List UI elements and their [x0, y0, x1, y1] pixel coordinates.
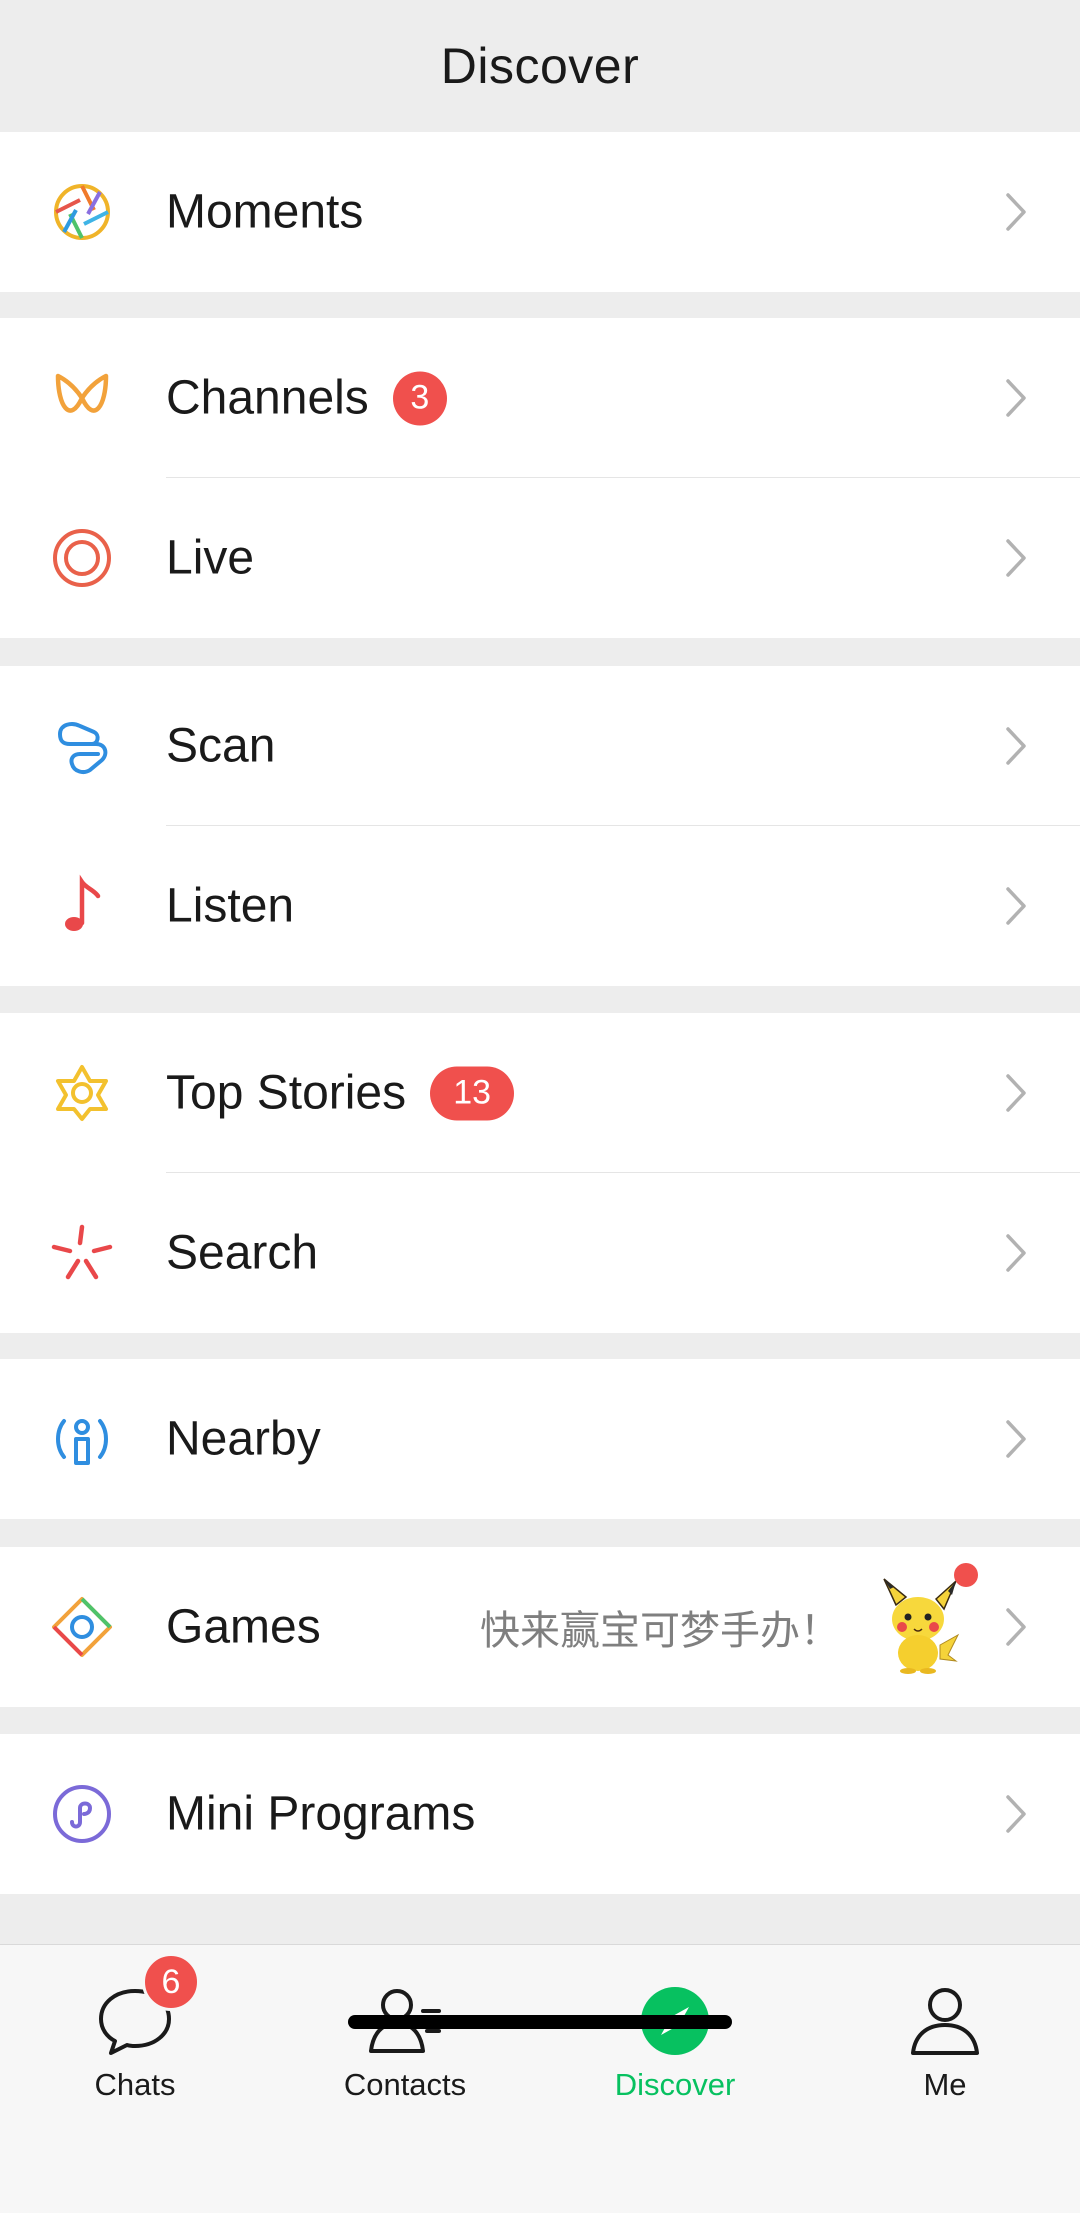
section-nearby: Nearby	[0, 1359, 1080, 1519]
music-note-icon	[50, 874, 114, 938]
home-indicator[interactable]	[348, 2015, 732, 2029]
channels-label: Channels	[166, 371, 369, 425]
list-item-mini-programs[interactable]: Mini Programs	[0, 1734, 1080, 1894]
listen-label: Listen	[166, 879, 295, 933]
games-notification-dot	[954, 1563, 978, 1587]
live-label: Live	[166, 531, 255, 585]
chevron-right-icon	[1004, 885, 1028, 927]
games-label: Games	[166, 1600, 321, 1654]
mini-programs-label: Mini Programs	[166, 1787, 476, 1841]
list-item-channels[interactable]: Channels 3	[0, 318, 1080, 478]
mini-programs-icon	[50, 1782, 114, 1846]
chevron-right-icon	[1004, 537, 1028, 579]
search-label: Search	[166, 1226, 319, 1280]
list-item-scan[interactable]: Scan	[0, 666, 1080, 826]
chevron-right-icon	[1004, 725, 1028, 767]
top-stories-label-group: Top Stories 13	[166, 1066, 515, 1121]
list-item-moments[interactable]: Moments	[0, 132, 1080, 292]
section-moments: Moments	[0, 132, 1080, 292]
person-icon	[905, 1981, 985, 2061]
moments-label: Moments	[166, 185, 364, 239]
games-diamond-icon	[50, 1595, 114, 1659]
tab-me[interactable]: Me	[810, 1945, 1080, 2105]
tab-label: Chats	[94, 2067, 176, 2102]
top-stories-badge: 13	[430, 1066, 515, 1120]
search-sparkle-icon	[50, 1221, 114, 1285]
channels-badge: 3	[392, 371, 447, 425]
scan-label: Scan	[166, 719, 276, 773]
chevron-right-icon	[1004, 1606, 1028, 1648]
section-mini-programs: Mini Programs	[0, 1734, 1080, 1894]
tab-label: Discover	[614, 2067, 736, 2102]
chevron-right-icon	[1004, 191, 1028, 233]
chevron-right-icon	[1004, 1232, 1028, 1274]
chevron-right-icon	[1004, 1793, 1028, 1835]
tab-label: Me	[923, 2067, 967, 2102]
moments-shutter-icon	[50, 180, 114, 244]
tab-bar: 6 Chats Contacts Discover Me	[0, 1944, 1080, 2213]
section-games: Games 快来赢宝可梦手办！	[0, 1547, 1080, 1707]
page-title: Discover	[440, 38, 640, 94]
list-item-listen[interactable]: Listen	[0, 826, 1080, 986]
games-promo-text: 快来赢宝可梦手办！	[480, 1608, 840, 1654]
list-item-nearby[interactable]: Nearby	[0, 1359, 1080, 1519]
list-item-top-stories[interactable]: Top Stories 13	[0, 1013, 1080, 1173]
tab-label: Contacts	[343, 2067, 467, 2102]
chevron-right-icon	[1004, 1072, 1028, 1114]
nav-bar: Discover	[0, 0, 1080, 132]
scan-icon	[50, 714, 114, 778]
chevron-right-icon	[1004, 377, 1028, 419]
section-scan-listen: Scan Listen	[0, 666, 1080, 986]
section-stories-search: Top Stories 13 Search	[0, 1013, 1080, 1333]
nearby-person-icon	[50, 1407, 114, 1471]
list-item-live[interactable]: Live	[0, 478, 1080, 638]
list-item-search[interactable]: Search	[0, 1173, 1080, 1333]
channels-butterfly-icon	[50, 366, 114, 430]
section-channels-live: Channels 3 Live	[0, 318, 1080, 638]
chats-unread-badge: 6	[142, 1953, 200, 2011]
nearby-label: Nearby	[166, 1412, 321, 1466]
pikachu-figure-image	[878, 1575, 962, 1675]
list-item-games[interactable]: Games 快来赢宝可梦手办！	[0, 1547, 1080, 1707]
live-ring-icon	[50, 526, 114, 590]
top-stories-icon	[50, 1061, 114, 1125]
tab-chats[interactable]: 6 Chats	[0, 1945, 270, 2105]
chevron-right-icon	[1004, 1418, 1028, 1460]
top-stories-label: Top Stories	[166, 1066, 407, 1120]
channels-label-group: Channels 3	[166, 371, 447, 426]
